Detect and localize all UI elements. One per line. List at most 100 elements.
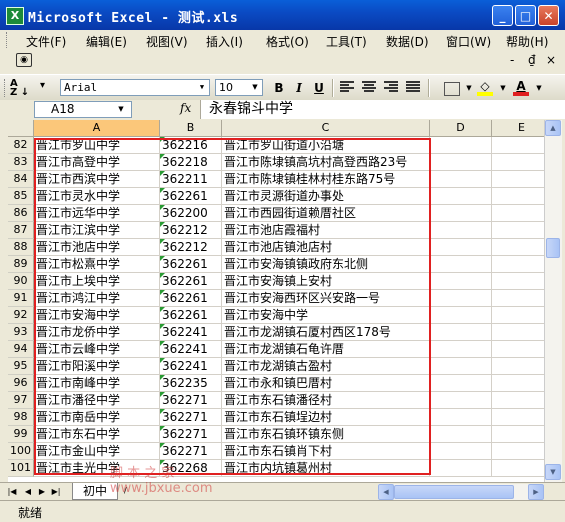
cell-b[interactable]: 362241 xyxy=(160,358,222,375)
cell-a[interactable]: 晋江市潘径中学 xyxy=(34,392,160,409)
sheet-tab-active[interactable]: 初中 xyxy=(72,483,118,500)
menu-format[interactable]: 格式(O) xyxy=(266,33,309,50)
row-header[interactable]: 93 xyxy=(8,324,34,341)
chevron-down-icon[interactable]: ▼ xyxy=(249,81,261,94)
horizontal-scroll-thumb[interactable] xyxy=(394,485,514,499)
cell-e[interactable] xyxy=(492,324,544,341)
row-header[interactable]: 98 xyxy=(8,409,34,426)
chevron-down-icon[interactable]: ▼ xyxy=(115,103,127,116)
cell-e[interactable] xyxy=(492,290,544,307)
cell-b[interactable]: 362268 xyxy=(160,460,222,477)
cell-d[interactable] xyxy=(430,392,492,409)
row-header[interactable]: 82 xyxy=(8,137,34,154)
cell-c[interactable]: 晋江市池店霞福村 xyxy=(222,222,430,239)
cell-e[interactable] xyxy=(492,460,544,477)
cell-b[interactable]: 362212 xyxy=(160,222,222,239)
cell-a[interactable]: 晋江市高登中学 xyxy=(34,154,160,171)
row-header[interactable]: 84 xyxy=(8,171,34,188)
scroll-up-icon[interactable]: ▲ xyxy=(545,120,561,136)
cell-d[interactable] xyxy=(430,358,492,375)
column-header-a[interactable]: A xyxy=(34,120,160,137)
cell-d[interactable] xyxy=(430,290,492,307)
cell-b[interactable]: 362271 xyxy=(160,392,222,409)
menu-grip[interactable] xyxy=(6,32,10,48)
sort-ascending-icon[interactable]: AZ ↓ xyxy=(10,79,36,98)
scroll-left-icon[interactable]: ◀ xyxy=(378,484,394,500)
cell-d[interactable] xyxy=(430,443,492,460)
next-sheet-icon[interactable]: ▶ xyxy=(36,485,48,499)
align-right-icon[interactable] xyxy=(384,81,398,93)
cell-a[interactable]: 晋江市远华中学 xyxy=(34,205,160,222)
first-sheet-icon[interactable]: |◀ xyxy=(6,485,18,499)
spreadsheet-grid[interactable]: A B C D E 82 晋江市罗山中学 362216 晋江市罗山街道小沿塘 83 晋江市… xyxy=(8,120,544,482)
align-left-icon[interactable] xyxy=(340,81,354,93)
cell-c[interactable]: 晋江市安海镇上安村 xyxy=(222,273,430,290)
cell-c[interactable]: 晋江市安海西环区兴安路一号 xyxy=(222,290,430,307)
name-box[interactable]: A18 ▼ xyxy=(34,101,132,118)
font-color-icon[interactable]: A xyxy=(512,79,530,97)
borders-icon[interactable] xyxy=(444,82,460,96)
cell-e[interactable] xyxy=(492,341,544,358)
cell-e[interactable] xyxy=(492,239,544,256)
row-header[interactable]: 96 xyxy=(8,375,34,392)
cell-b[interactable]: 362211 xyxy=(160,171,222,188)
select-all-corner[interactable] xyxy=(8,120,34,137)
prev-sheet-icon[interactable]: ◀ xyxy=(22,485,34,499)
cell-b[interactable]: 362261 xyxy=(160,307,222,324)
cell-a[interactable]: 晋江市池店中学 xyxy=(34,239,160,256)
row-header[interactable]: 83 xyxy=(8,154,34,171)
camera-icon[interactable]: ◉ xyxy=(16,53,32,67)
sort-dropdown-icon[interactable]: ▾ xyxy=(40,80,52,96)
cell-c[interactable]: 晋江市永和镇巴厝村 xyxy=(222,375,430,392)
cell-e[interactable] xyxy=(492,392,544,409)
row-header[interactable]: 94 xyxy=(8,341,34,358)
vertical-scroll-thumb[interactable] xyxy=(546,238,560,258)
cell-a[interactable]: 晋江市松熹中学 xyxy=(34,256,160,273)
formula-input[interactable]: 永春锦斗中学 xyxy=(200,100,565,119)
cell-a[interactable]: 晋江市金山中学 xyxy=(34,443,160,460)
cell-a[interactable]: 晋江市江滨中学 xyxy=(34,222,160,239)
cell-b[interactable]: 362271 xyxy=(160,409,222,426)
row-header[interactable]: 88 xyxy=(8,239,34,256)
cell-a[interactable]: 晋江市罗山中学 xyxy=(34,137,160,154)
minimize-button[interactable]: _ xyxy=(492,5,513,26)
cell-b[interactable]: 362271 xyxy=(160,426,222,443)
excel-icon[interactable]: X xyxy=(6,7,24,25)
cell-c[interactable]: 晋江市西园街道赖厝社区 xyxy=(222,205,430,222)
cell-a[interactable]: 晋江市阳溪中学 xyxy=(34,358,160,375)
doc-restore-button[interactable]: ₫ xyxy=(528,53,536,67)
horizontal-scrollbar[interactable]: ◀ ▶ xyxy=(378,484,544,500)
cell-c[interactable]: 晋江市安海镇镇政府东北侧 xyxy=(222,256,430,273)
cell-b[interactable]: 362212 xyxy=(160,239,222,256)
last-sheet-icon[interactable]: ▶| xyxy=(50,485,62,499)
vertical-scrollbar[interactable]: ▲ ▼ xyxy=(544,120,562,482)
row-header[interactable]: 87 xyxy=(8,222,34,239)
cell-b[interactable]: 362216 xyxy=(160,137,222,154)
cell-c[interactable]: 晋江市陈埭镇桂林村桂东路75号 xyxy=(222,171,430,188)
column-header-b[interactable]: B xyxy=(160,120,222,137)
menu-data[interactable]: 数据(D) xyxy=(386,33,429,50)
cell-c[interactable]: 晋江市东石镇埕边村 xyxy=(222,409,430,426)
cell-b[interactable]: 362261 xyxy=(160,256,222,273)
cell-e[interactable] xyxy=(492,409,544,426)
row-header[interactable]: 90 xyxy=(8,273,34,290)
cell-d[interactable] xyxy=(430,409,492,426)
cell-a[interactable]: 晋江市东石中学 xyxy=(34,426,160,443)
row-header[interactable]: 95 xyxy=(8,358,34,375)
cell-e[interactable] xyxy=(492,171,544,188)
tab-split-icon[interactable]: / xyxy=(124,486,134,496)
cell-e[interactable] xyxy=(492,256,544,273)
row-header[interactable]: 101 xyxy=(8,460,34,477)
cell-c[interactable]: 晋江市内坑镇葛州村 xyxy=(222,460,430,477)
cell-b[interactable]: 362261 xyxy=(160,188,222,205)
scroll-right-icon[interactable]: ▶ xyxy=(528,484,544,500)
menu-window[interactable]: 窗口(W) xyxy=(446,33,491,50)
doc-close-button[interactable]: × xyxy=(546,53,556,67)
menu-help[interactable]: 帮助(H) xyxy=(506,33,548,50)
cell-d[interactable] xyxy=(430,460,492,477)
cell-e[interactable] xyxy=(492,205,544,222)
cell-d[interactable] xyxy=(430,154,492,171)
function-icon[interactable]: fx xyxy=(180,101,191,115)
chevron-down-icon[interactable]: ▼ xyxy=(494,80,512,96)
row-header[interactable]: 100 xyxy=(8,443,34,460)
